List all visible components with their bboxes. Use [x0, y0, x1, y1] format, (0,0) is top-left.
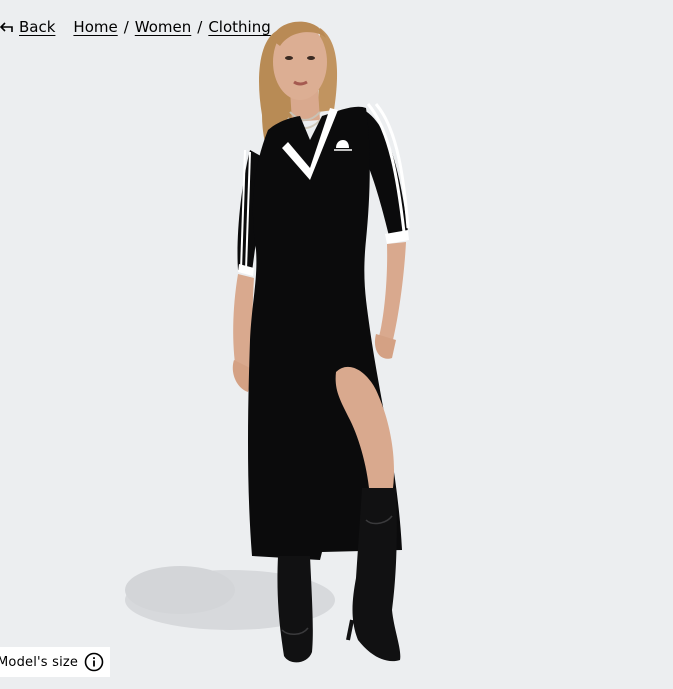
- breadcrumb-item-home[interactable]: Home: [73, 16, 117, 38]
- product-image[interactable]: [0, 0, 673, 689]
- eye-right: [307, 56, 315, 60]
- breadcrumb-separator: /: [123, 18, 129, 36]
- info-icon: [84, 652, 104, 672]
- product-gallery: Back Home / Women / Clothing Model's siz…: [0, 0, 673, 689]
- model-size-button[interactable]: Model's size: [0, 647, 111, 677]
- back-label[interactable]: Back: [19, 16, 55, 38]
- breadcrumb-item-clothing[interactable]: Clothing: [208, 16, 270, 38]
- breadcrumb: Back Home / Women / Clothing: [0, 16, 271, 38]
- eye-left: [285, 56, 293, 60]
- breadcrumb-separator: /: [197, 18, 203, 36]
- back-button[interactable]: Back: [0, 16, 55, 38]
- floor-shadow-2: [125, 566, 235, 614]
- boot-left: [277, 556, 313, 663]
- breadcrumb-item-women[interactable]: Women: [135, 16, 191, 38]
- back-arrow-icon: [0, 20, 15, 34]
- forearm-right: [378, 242, 406, 344]
- model-size-label: Model's size: [0, 654, 79, 670]
